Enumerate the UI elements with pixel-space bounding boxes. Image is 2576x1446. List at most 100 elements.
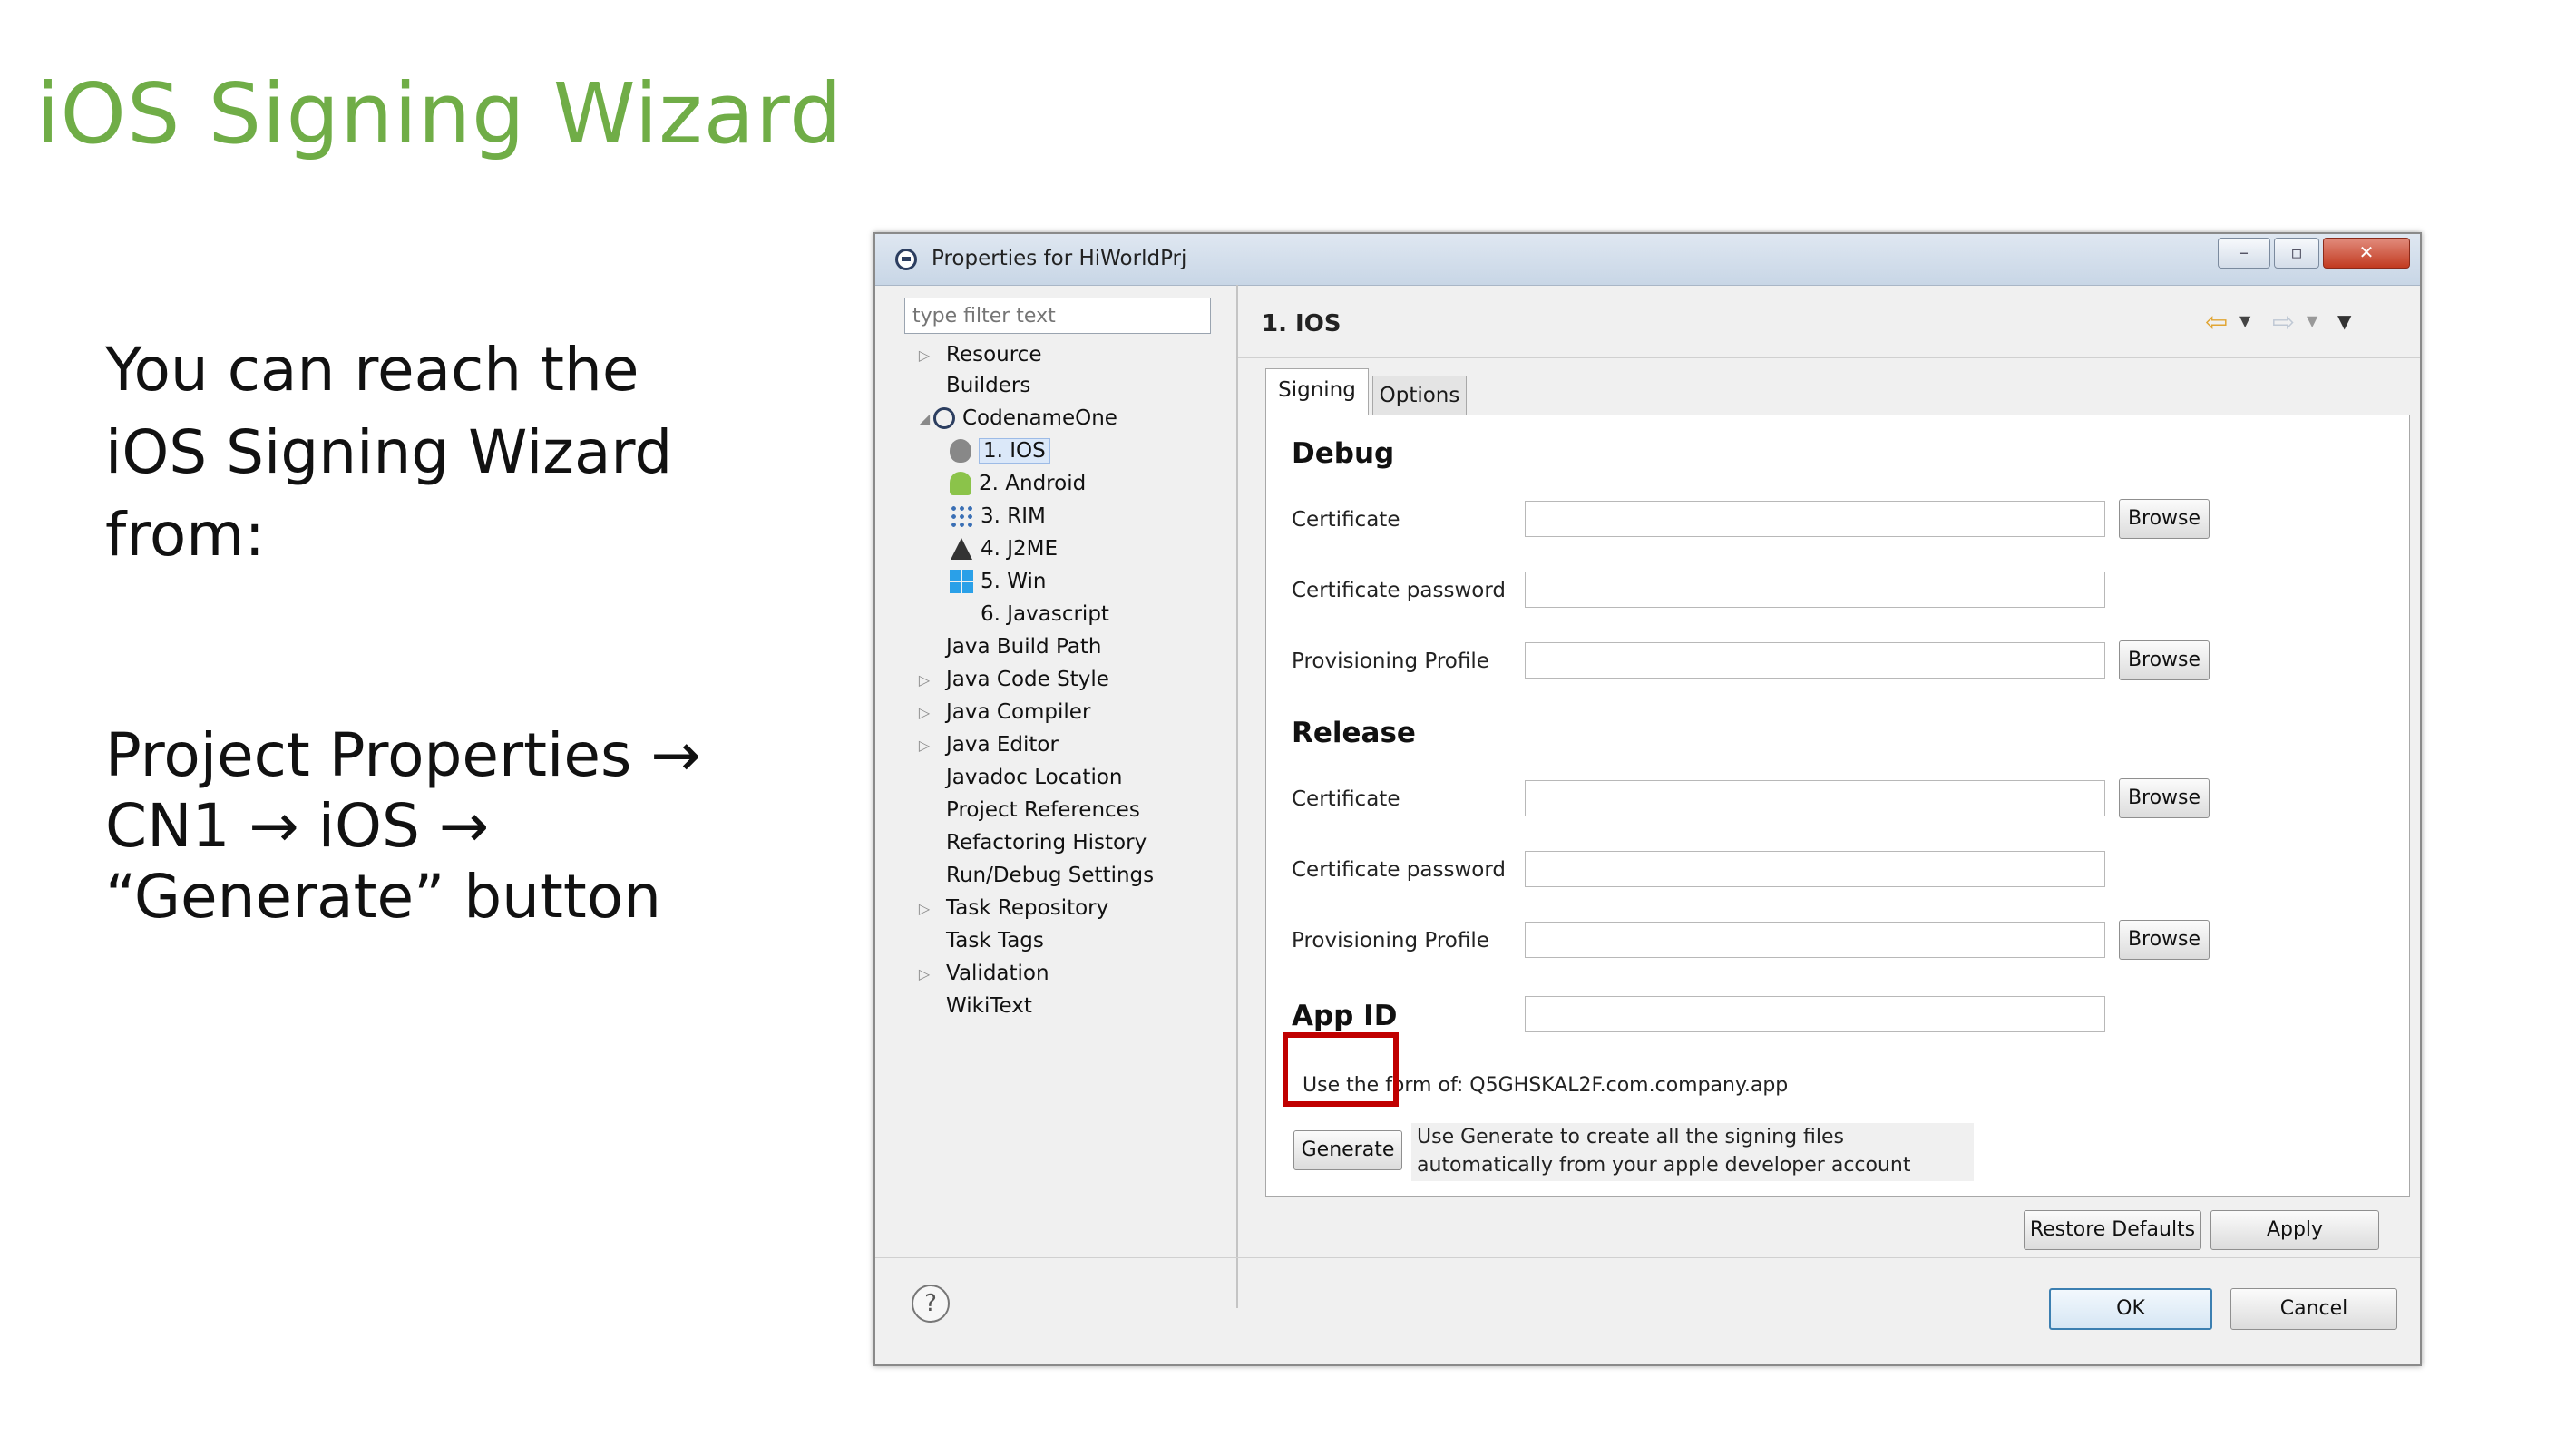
highlight-box <box>1283 1032 1399 1107</box>
tree-item-label: 4. J2ME <box>981 537 1059 561</box>
properties-dialog: Properties for HiWorldPrj – ▫ ✕ ▷ Resour… <box>873 232 2422 1366</box>
slide-path-text: Project Properties → CN1 → iOS → “Genera… <box>105 720 701 932</box>
signing-tab-body: Debug Certificate Browse Certificate pas… <box>1265 415 2410 1197</box>
tree-item-label: 6. Javascript <box>981 602 1109 626</box>
debug-provisioning-profile-label: Provisioning Profile <box>1292 650 1489 673</box>
tree-item-java-build-path[interactable]: Java Build Path <box>946 631 1101 662</box>
tab-options[interactable]: Options <box>1372 376 1467 415</box>
eclipse-app-icon <box>895 249 917 270</box>
debug-certificate-password-field[interactable] <box>1525 572 2105 608</box>
tree-item-label: Project References <box>946 798 1140 822</box>
blackberry-icon <box>950 504 973 528</box>
tree-item-label: 3. RIM <box>981 504 1046 528</box>
back-arrow-icon[interactable]: ⇦ <box>2205 307 2228 338</box>
codenameone-icon <box>933 407 955 429</box>
tree-item-android[interactable]: 2. Android <box>950 468 1086 499</box>
tree-item-label: Java Compiler <box>946 700 1091 724</box>
filter-input[interactable] <box>904 298 1211 334</box>
tree-item-java-editor[interactable]: ▷ Java Editor <box>915 729 1059 760</box>
debug-certificate-label: Certificate <box>1292 508 1400 532</box>
tree-item-resource[interactable]: ▷ Resource <box>915 339 1042 370</box>
tree-item-label: WikiText <box>946 994 1032 1018</box>
tree-item-builders[interactable]: Builders <box>946 370 1030 401</box>
tree-item-task-repository[interactable]: ▷ Task Repository <box>915 893 1108 923</box>
tree-item-label: Refactoring History <box>946 831 1147 855</box>
slide-intro-text: You can reach the iOS Signing Wizard fro… <box>105 335 673 570</box>
expand-arrow-icon[interactable]: ▷ <box>915 965 933 982</box>
tree-item-label: Java Editor <box>946 733 1059 757</box>
forward-dropdown-icon[interactable]: ▼ <box>2307 312 2317 329</box>
tree-item-refactoring-history[interactable]: Refactoring History <box>946 827 1147 858</box>
tree-item-label: CodenameOne <box>962 406 1117 430</box>
tree-item-rim[interactable]: 3. RIM <box>950 501 1046 532</box>
tree-item-javascript[interactable]: 6. Javascript <box>981 599 1109 630</box>
forward-arrow-icon[interactable]: ⇨ <box>2272 307 2295 338</box>
tree-item-project-references[interactable]: Project References <box>946 795 1140 826</box>
release-certificate-password-field[interactable] <box>1525 851 2105 887</box>
release-certificate-password-label: Certificate password <box>1292 858 1506 882</box>
android-icon <box>950 472 971 495</box>
dialog-titlebar[interactable]: Properties for HiWorldPrj – ▫ ✕ <box>875 234 2420 286</box>
tree-item-validation[interactable]: ▷ Validation <box>915 958 1049 989</box>
tree-item-task-tags[interactable]: Task Tags <box>946 925 1044 956</box>
view-menu-icon[interactable]: ▼ <box>2337 310 2351 332</box>
collapse-arrow-icon[interactable]: ◢ <box>915 410 933 427</box>
windows-icon <box>950 570 973 593</box>
tree-item-label: 1. IOS <box>979 438 1050 464</box>
tree-item-label: Resource <box>946 343 1042 366</box>
tree-item-label: Java Code Style <box>946 668 1109 691</box>
help-icon[interactable]: ? <box>912 1285 950 1323</box>
tree-item-codenameone[interactable]: ◢ CodenameOne <box>915 403 1117 434</box>
tree-item-label: 2. Android <box>979 472 1087 495</box>
debug-certificate-field[interactable] <box>1525 501 2105 537</box>
debug-provisioning-profile-field[interactable] <box>1525 642 2105 679</box>
apply-button[interactable]: Apply <box>2210 1210 2379 1250</box>
release-provisioning-profile-field[interactable] <box>1525 922 2105 958</box>
tree-item-win[interactable]: 5. Win <box>950 566 1046 597</box>
generate-description: Use Generate to create all the signing f… <box>1411 1123 1974 1181</box>
tree-item-run-debug-settings[interactable]: Run/Debug Settings <box>946 860 1154 891</box>
tree-item-java-compiler[interactable]: ▷ Java Compiler <box>915 697 1091 728</box>
close-button[interactable]: ✕ <box>2323 238 2410 269</box>
tab-signing[interactable]: Signing <box>1265 368 1369 415</box>
back-dropdown-icon[interactable]: ▼ <box>2239 312 2250 329</box>
tree-item-label: Java Build Path <box>946 635 1102 659</box>
release-provisioning-browse-button[interactable]: Browse <box>2119 920 2210 960</box>
expand-arrow-icon[interactable]: ▷ <box>915 671 933 689</box>
restore-defaults-button[interactable]: Restore Defaults <box>2024 1210 2201 1250</box>
debug-provisioning-browse-button[interactable]: Browse <box>2119 640 2210 680</box>
expand-arrow-icon[interactable]: ▷ <box>915 347 933 364</box>
maximize-button[interactable]: ▫ <box>2274 238 2319 269</box>
expand-arrow-icon[interactable]: ▷ <box>915 704 933 721</box>
tree-item-label: Builders <box>946 374 1031 397</box>
expand-arrow-icon[interactable]: ▷ <box>915 737 933 754</box>
tree-item-ios[interactable]: 1. IOS <box>950 435 1050 466</box>
app-id-field[interactable] <box>1525 996 2105 1032</box>
tree-item-java-code-style[interactable]: ▷ Java Code Style <box>915 664 1109 695</box>
tree-item-javadoc-location[interactable]: Javadoc Location <box>946 762 1123 793</box>
minimize-button[interactable]: – <box>2218 238 2270 269</box>
tree-item-label: Task Repository <box>946 896 1109 920</box>
property-tree-pane: ▷ Resource Builders ◢ CodenameOne 1. IOS… <box>888 285 1238 1308</box>
app-id-heading: App ID <box>1292 1000 1398 1032</box>
apple-icon <box>950 439 971 463</box>
expand-arrow-icon[interactable]: ▷ <box>915 900 933 917</box>
tree-item-label: 5. Win <box>981 570 1047 593</box>
page-title: 1. IOS <box>1262 310 1342 337</box>
ok-button[interactable]: OK <box>2049 1288 2212 1330</box>
tree-item-label: Validation <box>946 962 1049 985</box>
tree-item-label: Task Tags <box>946 929 1044 953</box>
release-heading: Release <box>1292 717 1416 749</box>
release-certificate-field[interactable] <box>1525 780 2105 816</box>
tree-item-j2me[interactable]: 4. J2ME <box>950 533 1058 564</box>
cancel-button[interactable]: Cancel <box>2230 1288 2397 1330</box>
generate-button[interactable]: Generate <box>1293 1130 1402 1170</box>
page-header: 1. IOS ⇦ ▼ ⇨ ▼ ▼ <box>1238 285 2420 358</box>
release-certificate-label: Certificate <box>1292 787 1400 811</box>
tree-item-wikitext[interactable]: WikiText <box>946 991 1032 1021</box>
tree-item-label: Javadoc Location <box>946 766 1123 789</box>
debug-certificate-password-label: Certificate password <box>1292 579 1506 602</box>
release-certificate-browse-button[interactable]: Browse <box>2119 778 2210 818</box>
debug-heading: Debug <box>1292 437 1395 470</box>
debug-certificate-browse-button[interactable]: Browse <box>2119 499 2210 539</box>
